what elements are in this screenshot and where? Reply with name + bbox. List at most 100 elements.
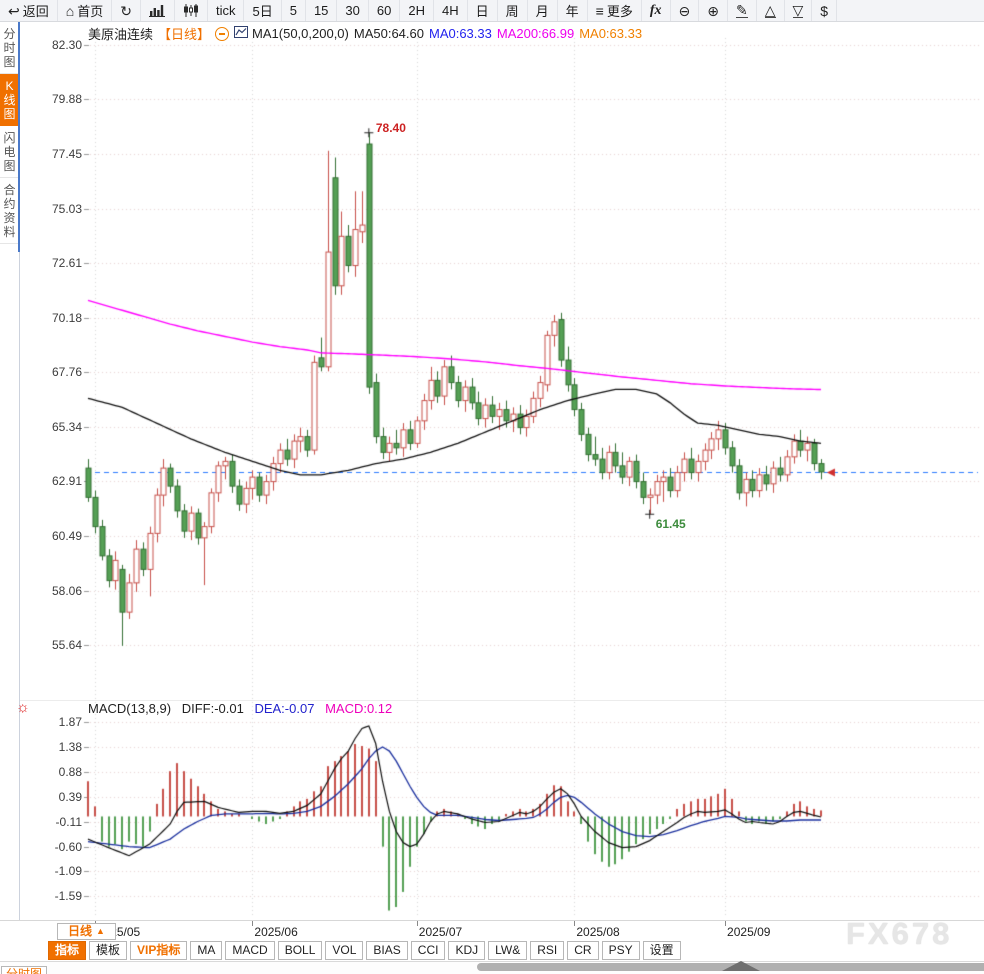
ma-settings-label: MA1(50,0,200,0) bbox=[252, 26, 349, 41]
toolbar-button-year[interactable]: 年 bbox=[558, 0, 588, 21]
toolbar-button-home[interactable]: ⌂ 首页 bbox=[58, 0, 113, 21]
collapse-panel-handle[interactable] bbox=[722, 961, 760, 971]
price-axis-label: 77.45 bbox=[51, 147, 82, 162]
macd-axis-label: 1.87 bbox=[58, 715, 82, 730]
tab-VIP指标[interactable]: VIP指标 bbox=[130, 941, 188, 960]
toolbar-button-label: 首页 bbox=[77, 4, 104, 19]
toolbar-button-label: 5 bbox=[289, 3, 297, 18]
tab-模板[interactable]: 模板 bbox=[89, 941, 128, 960]
tab-VOL[interactable]: VOL bbox=[325, 941, 364, 960]
tab-KDJ[interactable]: KDJ bbox=[448, 941, 486, 960]
toolbar-button-60[interactable]: 60 bbox=[369, 0, 401, 21]
home-icon: ⌂ bbox=[65, 2, 75, 19]
sidebar-item-合约资料[interactable]: 合约资料 bbox=[0, 178, 19, 244]
tab-PSY[interactable]: PSY bbox=[601, 941, 640, 960]
toolbar-button-5d[interactable]: 5日 bbox=[244, 0, 282, 21]
toolbar-button-more[interactable]: ≡ 更多 bbox=[588, 0, 642, 21]
period-tag: 【日线】 bbox=[158, 27, 211, 42]
toolbar-button-4h[interactable]: 4H bbox=[434, 0, 468, 21]
toolbar-button-zoom-out[interactable]: ⊖ bbox=[671, 0, 700, 21]
toolbar-button-label: 返回 bbox=[22, 4, 49, 19]
macd-hist-value: MACD:0.12 bbox=[325, 701, 393, 716]
toolbar-button-5[interactable]: 5 bbox=[282, 0, 306, 21]
indicator-settings-icon[interactable]: ☼ bbox=[16, 699, 30, 716]
toolbar-button-label: 4H bbox=[441, 3, 459, 18]
ma50-value: MA50:64.60 bbox=[353, 26, 424, 41]
sidebar-item-闪电图[interactable]: 闪电图 bbox=[0, 126, 19, 178]
toolbar-button-2h[interactable]: 2H bbox=[400, 0, 434, 21]
toolbar-button-day[interactable]: 日 bbox=[468, 0, 498, 21]
toolbar-button-15[interactable]: 15 bbox=[306, 0, 338, 21]
toolbar-button-month[interactable]: 月 bbox=[528, 0, 558, 21]
candlestick-icon bbox=[183, 4, 199, 17]
fx-icon: fx bbox=[649, 2, 662, 18]
toolbar-button-dollar[interactable]: $ bbox=[812, 0, 838, 21]
bar-chart-icon bbox=[148, 4, 166, 17]
price-pane-header: 美原油连续 【日线】 MA1(50,0,200,0) MA50:64.60 MA… bbox=[88, 24, 647, 43]
sidebar-item-K线图[interactable]: K线图 bbox=[0, 74, 19, 126]
date-tick bbox=[725, 921, 727, 926]
tab-BOLL[interactable]: BOLL bbox=[277, 941, 323, 960]
tab-RSI[interactable]: RSI bbox=[530, 941, 565, 960]
axis-separator bbox=[0, 920, 984, 921]
sidebar-item-分时图[interactable]: 分时图 bbox=[0, 22, 19, 74]
price-chart-canvas[interactable] bbox=[0, 0, 984, 920]
refresh-icon: ↻ bbox=[120, 2, 132, 19]
price-axis-label: 58.06 bbox=[51, 583, 82, 598]
toolbar-button-label: 周 bbox=[505, 4, 519, 19]
menu-icon: ≡ bbox=[595, 2, 604, 19]
pencil-icon: ✎ bbox=[735, 2, 748, 18]
toolbar-button-back[interactable]: ↩ 返回 bbox=[0, 0, 58, 21]
tab-MACD[interactable]: MACD bbox=[225, 941, 275, 960]
price-axis-label: 70.18 bbox=[51, 310, 82, 325]
macd-diff-value: DIFF:-0.01 bbox=[181, 701, 244, 716]
toolbar-button-bar-chart[interactable] bbox=[141, 0, 175, 21]
toolbar-button-fx[interactable]: fx bbox=[642, 0, 671, 21]
price-axis-label: 72.61 bbox=[51, 256, 82, 271]
tab-MA[interactable]: MA bbox=[190, 941, 223, 960]
macd-title: MACD(13,8,9) bbox=[88, 701, 172, 716]
zoom-in-icon: ⊕ bbox=[707, 2, 719, 19]
tab-CR[interactable]: CR bbox=[567, 941, 599, 960]
tab-指标[interactable]: 指标 bbox=[48, 941, 87, 960]
price-axis-label: 67.76 bbox=[51, 365, 82, 380]
collapse-indicator-icon[interactable] bbox=[215, 26, 230, 41]
charting-app-window: ↩ 返回 ⌂ 首页 ↻ tick 5日 5 15 30 60 2H 4H 日周月年 ≡ 更多 fx ⊖ ⊕ ✎ △ ▽ $ … bbox=[0, 0, 984, 974]
indicator-tab-bar: 指标 模板 VIP指标 MA MACD BOLL VOL BIAS CCI KDJ LW& RSI CR… bbox=[48, 941, 681, 960]
period-selector-button[interactable]: 日线 ▲ bbox=[57, 923, 116, 940]
tab-BIAS[interactable]: BIAS bbox=[366, 941, 408, 960]
macd-axis-label: 1.38 bbox=[58, 740, 82, 755]
toolbar-button-draw[interactable]: ✎ bbox=[728, 0, 757, 21]
toolbar-button-tri-up[interactable]: △ bbox=[757, 0, 785, 21]
toolbar-button-label: 15 bbox=[313, 3, 329, 18]
high-price-annotation: 78.40 bbox=[375, 120, 406, 135]
toolbar-button-tick[interactable]: tick bbox=[208, 0, 245, 21]
toolbar-button-refresh[interactable]: ↻ bbox=[112, 0, 141, 21]
ma200-value: MA200:66.99 bbox=[496, 26, 575, 41]
tab-CCI[interactable]: CCI bbox=[410, 941, 446, 960]
toolbar-button-label: 更多 bbox=[606, 4, 633, 19]
symbol-title: 美原油连续 bbox=[88, 27, 154, 42]
macd-axis-label: -0.60 bbox=[54, 839, 82, 854]
partial-bottom-tab[interactable]: 分时图 bbox=[1, 966, 47, 974]
toolbar-button-30[interactable]: 30 bbox=[337, 0, 369, 21]
tab-设置[interactable]: 设置 bbox=[642, 941, 681, 960]
ma0-blue-value: MA0:63.33 bbox=[428, 26, 492, 41]
toolbar-button-week[interactable]: 周 bbox=[498, 0, 528, 21]
price-axis-label: 82.30 bbox=[51, 38, 82, 52]
ma0-orange-value: MA0:63.33 bbox=[579, 26, 643, 41]
toolbar-button-zoom-in[interactable]: ⊕ bbox=[699, 0, 728, 21]
period-selector-label: 日线 bbox=[68, 924, 93, 938]
dollar-icon: $ bbox=[820, 2, 829, 19]
toolbar-button-tri-down[interactable]: ▽ bbox=[785, 0, 813, 21]
macd-pane-header: MACD(13,8,9) DIFF:-0.01 DEA:-0.07 MACD:0… bbox=[88, 701, 399, 716]
sidebar-accent-line bbox=[18, 22, 20, 252]
zoom-out-icon: ⊖ bbox=[678, 2, 691, 19]
toolbar-button-candlestick[interactable] bbox=[175, 0, 208, 21]
mini-chart-icon[interactable] bbox=[234, 26, 249, 41]
fx678-watermark: FX678 bbox=[846, 916, 953, 951]
macd-axis-label: 0.88 bbox=[58, 765, 82, 780]
tab-LW&[interactable]: LW& bbox=[488, 941, 528, 960]
back-arrow-icon: ↩ bbox=[8, 2, 20, 19]
triangle-down-icon: ▽ bbox=[792, 2, 804, 18]
